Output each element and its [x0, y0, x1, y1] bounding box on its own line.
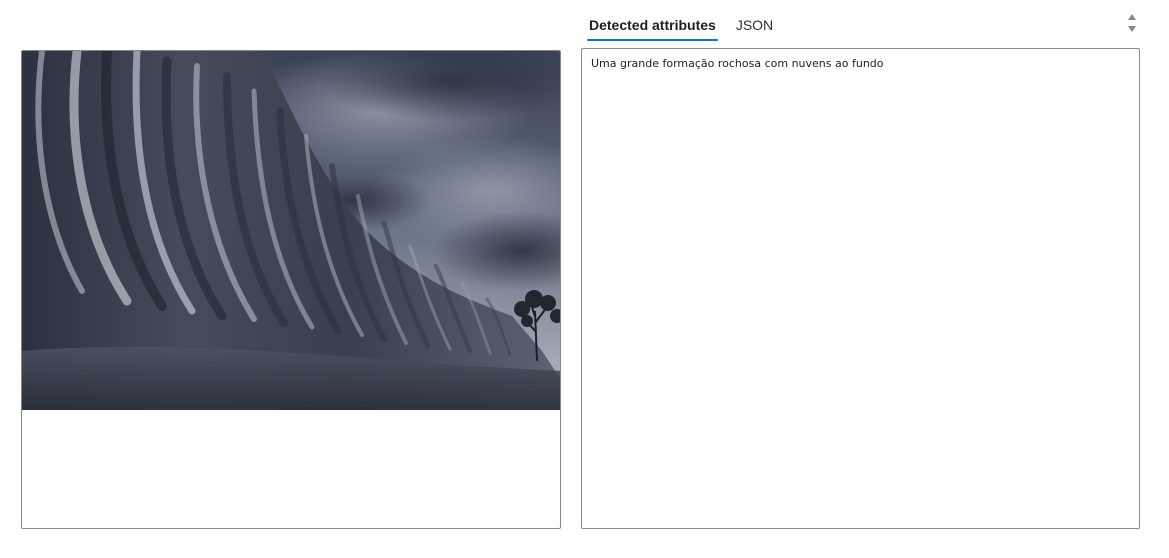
wave-rock-photo — [22, 51, 560, 410]
result-panel[interactable]: Uma grande formação rochosa com nuvens a… — [581, 48, 1140, 529]
chevron-down-icon[interactable] — [1128, 26, 1136, 32]
scroll-control — [1123, 8, 1141, 38]
analyzed-image — [22, 51, 560, 410]
tab-json[interactable]: JSON — [734, 10, 775, 40]
app-root: Detected attributes JSON Uma grande form… — [0, 0, 1169, 558]
image-panel — [21, 50, 561, 529]
chevron-up-icon[interactable] — [1128, 14, 1136, 20]
result-tabs: Detected attributes JSON — [587, 8, 775, 41]
caption-text: Uma grande formação rochosa com nuvens a… — [591, 57, 884, 70]
tab-detected-attributes[interactable]: Detected attributes — [587, 10, 718, 41]
